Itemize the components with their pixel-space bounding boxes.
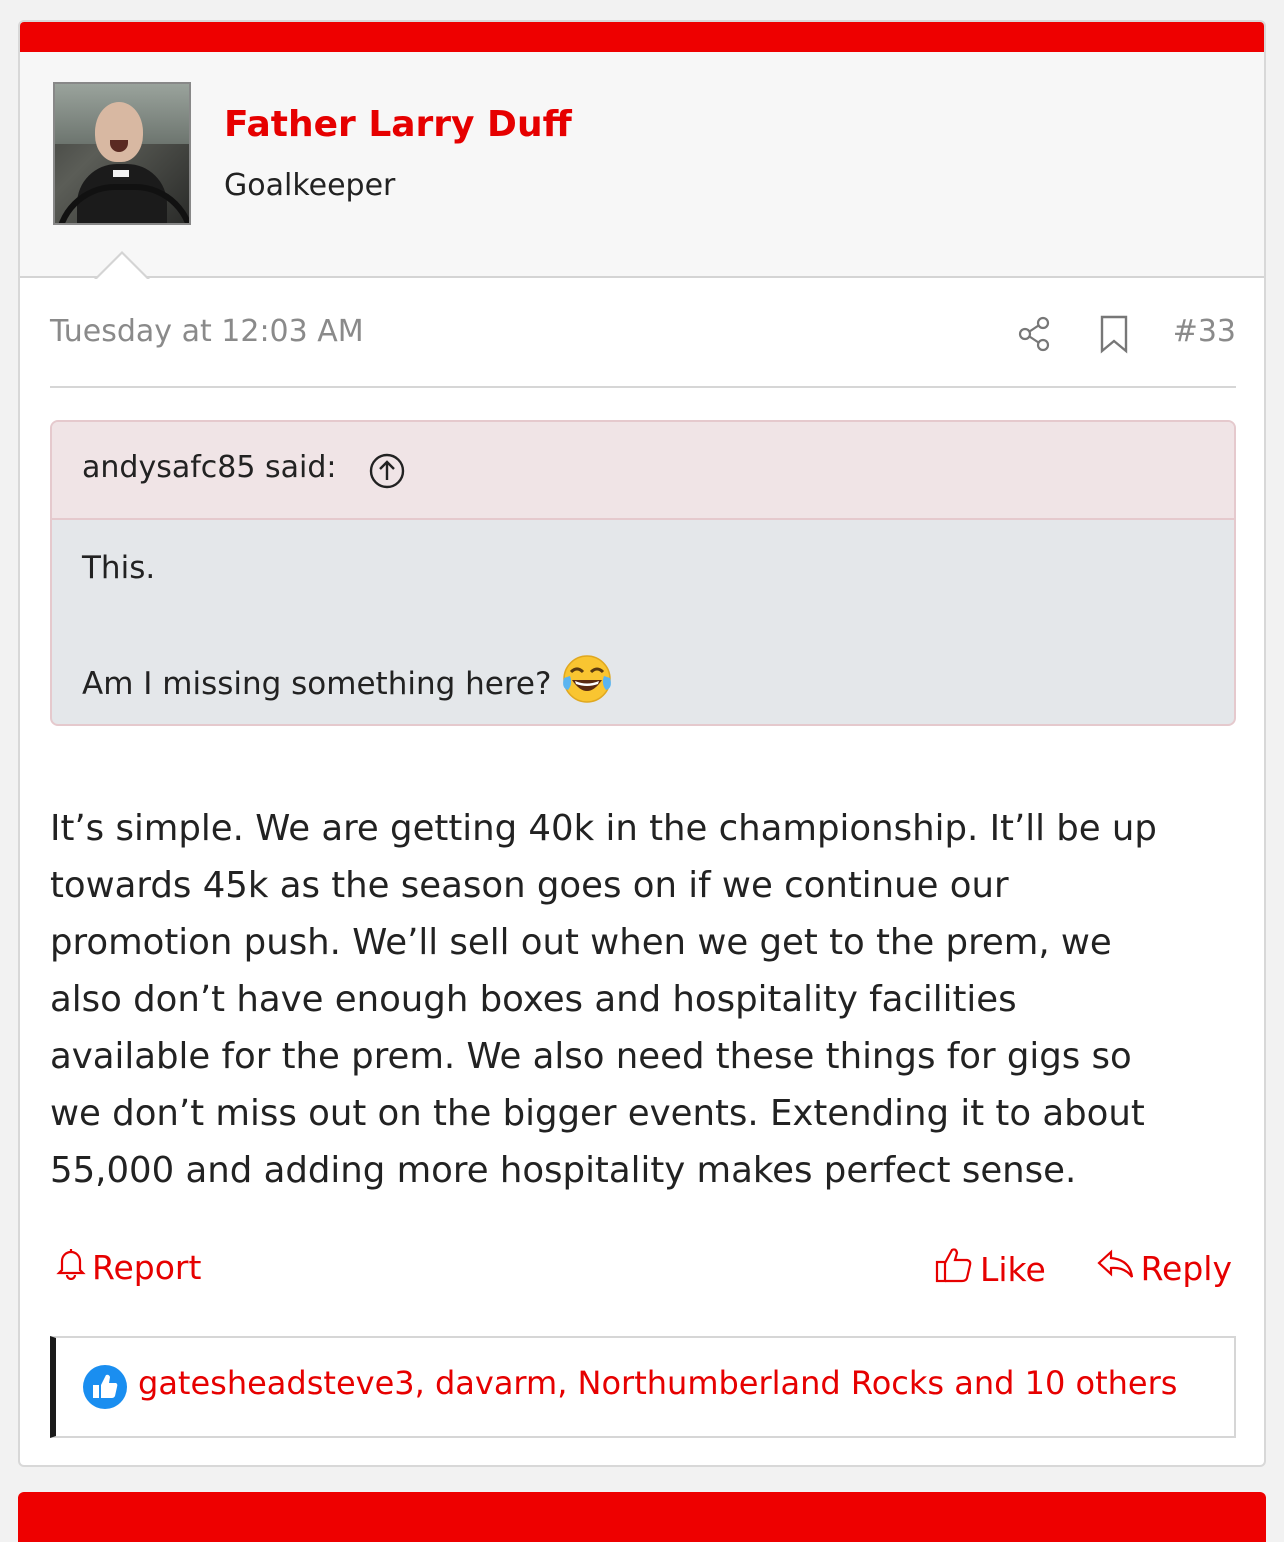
reactions-bar[interactable]: gatesheadsteve3, davarm, Northumberland …	[50, 1336, 1236, 1438]
report-label: Report	[92, 1247, 202, 1287]
quote-author[interactable]: andysafc85 said:	[82, 450, 336, 485]
message-line: promotion push. We’ll sell out when we g…	[50, 922, 1112, 963]
message-line: 55,000 and adding more hospitality makes…	[50, 1150, 1077, 1191]
face-with-tears-of-joy-icon	[561, 654, 613, 704]
quote-body: This. Am I missing something here?	[82, 550, 613, 706]
user-header: Father Larry Duff Goalkeeper	[20, 52, 1264, 278]
post-top-bar	[20, 22, 1264, 52]
message-line: available for the prem. We also need the…	[50, 1036, 1132, 1077]
thumbs-up-icon	[934, 1246, 980, 1292]
quote-line: This.	[82, 550, 156, 586]
post-meta: Tuesday at 12:03 AM #33	[50, 302, 1236, 388]
message-line: we don’t miss out on the bigger events. …	[50, 1093, 1145, 1134]
share-icon[interactable]	[1014, 314, 1054, 358]
like-reaction-icon	[82, 1364, 128, 1414]
bell-icon	[56, 1246, 92, 1288]
message-line: It’s simple. We are getting 40k in the c…	[50, 808, 1157, 849]
arrow-up-circle-icon[interactable]	[368, 452, 406, 494]
bookmark-icon[interactable]	[1098, 314, 1130, 358]
reply-label: Reply	[1140, 1248, 1232, 1288]
avatar[interactable]	[53, 82, 191, 225]
message-line: towards 45k as the season goes on if we …	[50, 865, 1009, 906]
post-message: It’s simple. We are getting 40k in the c…	[50, 800, 1250, 1199]
message-line: also don’t have enough boxes and hospita…	[50, 979, 1017, 1020]
post-actions: Report Like Reply	[50, 1246, 1236, 1296]
quote-block: andysafc85 said: This. Am I missing some…	[50, 420, 1236, 726]
reply-button[interactable]: Reply	[1095, 1246, 1232, 1290]
reaction-users[interactable]: gatesheadsteve3, davarm, Northumberland …	[138, 1364, 1177, 1402]
report-button[interactable]: Report	[56, 1246, 201, 1288]
author-title: Goalkeeper	[224, 168, 396, 203]
like-label: Like	[980, 1249, 1046, 1289]
post-number[interactable]: #33	[1173, 314, 1236, 349]
quote-header: andysafc85 said:	[52, 422, 1234, 520]
quote-line: Am I missing something here?	[82, 666, 552, 702]
author-name[interactable]: Father Larry Duff	[224, 104, 572, 145]
quote-line-with-emoji: Am I missing something here?	[82, 654, 613, 706]
like-button[interactable]: Like	[934, 1246, 1046, 1292]
forum-post: Father Larry Duff Goalkeeper Tuesday at …	[18, 20, 1266, 1467]
post-timestamp[interactable]: Tuesday at 12:03 AM	[50, 314, 364, 349]
reply-arrow-icon	[1095, 1246, 1141, 1290]
